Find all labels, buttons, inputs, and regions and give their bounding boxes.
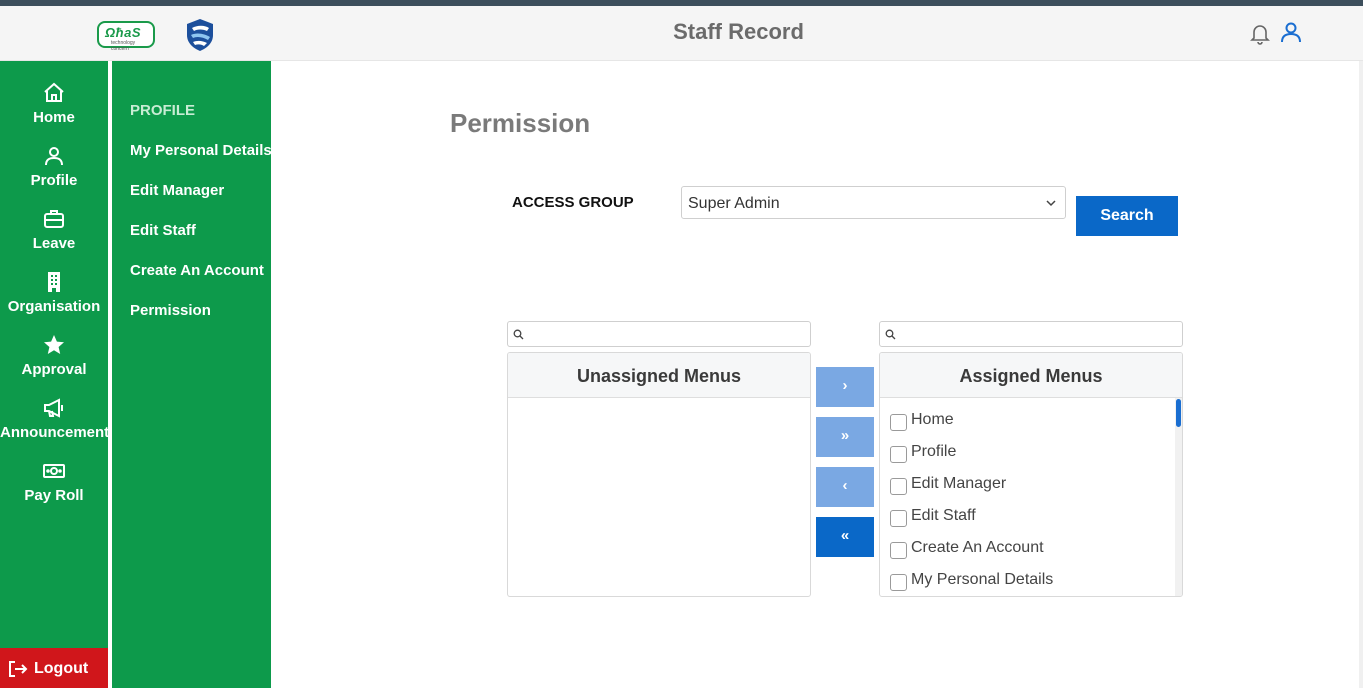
unassigned-filter-input[interactable] <box>507 321 811 347</box>
sidebar-item-home[interactable]: Home <box>0 81 108 141</box>
sidebar-item-approval[interactable]: Approval <box>0 333 108 393</box>
sidebar-item-label: Announcement <box>0 424 110 441</box>
scrollbar-thumb[interactable] <box>1176 399 1181 427</box>
money-icon <box>43 464 65 478</box>
sidebar-item-label: Organisation <box>7 298 101 315</box>
page-scrollbar[interactable] <box>1359 61 1363 688</box>
move-selected-right-button[interactable]: › <box>816 367 874 407</box>
main-sidebar: Home Profile Leave Organisation Approval… <box>0 61 110 688</box>
sidebar-item-label: Approval <box>21 361 87 378</box>
sidebar-item-profile[interactable]: Profile <box>0 144 108 204</box>
logout-icon <box>9 661 28 677</box>
subnav-item-permission[interactable]: Permission <box>130 302 211 319</box>
list-item-label: Profile <box>911 443 957 460</box>
sidebar-item-label: Home <box>33 109 75 126</box>
search-icon <box>885 329 896 340</box>
search-button[interactable]: Search <box>1076 196 1178 236</box>
list-item-label: Edit Manager <box>911 475 1007 492</box>
profile-subnav: PROFILE My Personal Details Edit Manager… <box>112 61 272 688</box>
page-title: Permission <box>450 108 591 138</box>
list-item-label: Create An Account <box>911 539 1044 556</box>
list-item-label: My Personal Details <box>911 571 1054 588</box>
logout-button[interactable]: Logout <box>0 648 108 688</box>
assigned-filter-input[interactable] <box>879 321 1183 347</box>
checkbox[interactable] <box>890 414 907 431</box>
list-item-label: Home <box>911 411 954 428</box>
sidebar-item-announcement[interactable]: Announcement <box>0 396 110 456</box>
app-title: Staff Record <box>673 19 804 44</box>
subnav-item-my-personal-details[interactable]: My Personal Details <box>130 142 272 159</box>
sidebar-item-label: Pay Roll <box>24 487 84 504</box>
subnav-item-edit-manager[interactable]: Edit Manager <box>130 182 224 199</box>
megaphone-icon <box>44 398 63 418</box>
building-icon <box>48 272 60 292</box>
checkbox[interactable] <box>890 478 907 495</box>
sidebar-item-leave[interactable]: Leave <box>0 207 108 267</box>
checkbox[interactable] <box>890 510 907 527</box>
scrollbar-track[interactable] <box>1175 398 1182 596</box>
sidebar-item-label: Leave <box>32 235 76 252</box>
chevron-down-icon <box>1046 200 1056 207</box>
star-icon <box>44 335 64 354</box>
app-header: ΩħaS technology concern Staff Record <box>0 6 1363 61</box>
bell-icon[interactable] <box>1248 21 1272 45</box>
assigned-menus-panel: Assigned Menus Home Profile Edit Manager… <box>879 352 1183 597</box>
user-account-icon[interactable] <box>1279 20 1303 44</box>
user-icon <box>45 147 63 166</box>
checkbox[interactable] <box>890 574 907 591</box>
subnav-item-create-account[interactable]: Create An Account <box>130 262 264 279</box>
logout-label: Logout <box>34 660 89 677</box>
subnav-heading: PROFILE <box>130 102 196 119</box>
checkbox[interactable] <box>890 446 907 463</box>
briefcase-icon <box>44 210 64 228</box>
unassigned-menus-title: Unassigned Menus <box>508 353 810 398</box>
move-all-left-button[interactable]: « <box>816 517 874 557</box>
move-all-right-button[interactable]: » <box>816 417 874 457</box>
sidebar-item-payroll[interactable]: Pay Roll <box>0 459 108 519</box>
sidebar-item-label: Profile <box>30 172 78 189</box>
move-selected-left-button[interactable]: ‹ <box>816 467 874 507</box>
list-item-label: Edit Staff <box>911 507 976 524</box>
home-icon <box>44 82 64 102</box>
access-group-select[interactable]: Super Admin <box>681 186 1066 219</box>
checkbox[interactable] <box>890 542 907 559</box>
search-icon <box>513 329 524 340</box>
access-group-label: ACCESS GROUP <box>512 194 634 211</box>
sidebar-item-organisation[interactable]: Organisation <box>0 270 108 330</box>
access-group-value: Super Admin <box>688 195 780 212</box>
subnav-item-edit-staff[interactable]: Edit Staff <box>130 222 196 239</box>
unassigned-menus-panel: Unassigned Menus <box>507 352 811 597</box>
assigned-menus-title: Assigned Menus <box>880 353 1182 398</box>
